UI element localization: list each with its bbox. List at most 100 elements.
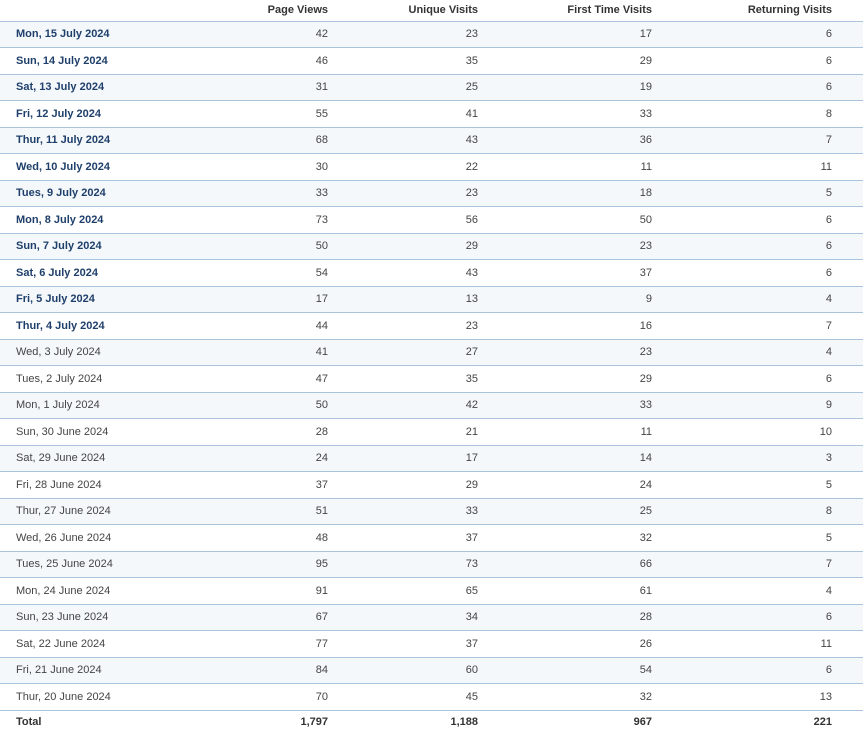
unique-visits-cell: 17 bbox=[340, 445, 490, 472]
first-time-visits-cell: 25 bbox=[490, 498, 664, 525]
date-link[interactable]: Sun, 7 July 2024 bbox=[0, 233, 185, 260]
returning-visits-cell: 13 bbox=[664, 683, 863, 711]
first-time-visits-cell: 9 bbox=[490, 286, 664, 313]
table-row: Wed, 3 July 2024 41 27 23 4 bbox=[0, 339, 863, 366]
unique-visits-cell: 34 bbox=[340, 604, 490, 631]
unique-visits-cell: 13 bbox=[340, 286, 490, 313]
page-views-cell: 55 bbox=[185, 100, 340, 128]
first-time-visits-cell: 19 bbox=[490, 74, 664, 101]
page-views-cell: 33 bbox=[185, 180, 340, 207]
header-page-views: Page Views bbox=[185, 0, 340, 22]
returning-visits-cell: 5 bbox=[664, 180, 863, 207]
first-time-visits-cell: 54 bbox=[490, 657, 664, 684]
returning-visits-cell: 4 bbox=[664, 286, 863, 313]
date-link[interactable]: Fri, 12 July 2024 bbox=[0, 100, 185, 128]
total-label: Total bbox=[0, 710, 185, 733]
page-views-cell: 37 bbox=[185, 471, 340, 499]
unique-visits-cell: 22 bbox=[340, 153, 490, 181]
date-link[interactable]: Sat, 13 July 2024 bbox=[0, 74, 185, 101]
first-time-visits-cell: 17 bbox=[490, 21, 664, 48]
date-link[interactable]: Thur, 11 July 2024 bbox=[0, 127, 185, 154]
date-cell: Tues, 25 June 2024 bbox=[0, 551, 185, 578]
date-cell: Mon, 24 June 2024 bbox=[0, 577, 185, 605]
returning-visits-cell: 5 bbox=[664, 471, 863, 499]
first-time-visits-cell: 23 bbox=[490, 339, 664, 366]
page-views-cell: 67 bbox=[185, 604, 340, 631]
first-time-visits-cell: 18 bbox=[490, 180, 664, 207]
page-views-cell: 30 bbox=[185, 153, 340, 181]
table-row: Sat, 29 June 2024 24 17 14 3 bbox=[0, 445, 863, 472]
page-views-cell: 46 bbox=[185, 47, 340, 75]
date-link[interactable]: Tues, 9 July 2024 bbox=[0, 180, 185, 207]
returning-visits-cell: 4 bbox=[664, 577, 863, 605]
unique-visits-cell: 35 bbox=[340, 365, 490, 393]
page-views-cell: 47 bbox=[185, 365, 340, 393]
date-cell: Sun, 23 June 2024 bbox=[0, 604, 185, 631]
date-link[interactable]: Sun, 14 July 2024 bbox=[0, 47, 185, 75]
table-row: Sun, 30 June 2024 28 21 11 10 bbox=[0, 418, 863, 446]
unique-visits-cell: 37 bbox=[340, 630, 490, 658]
unique-visits-cell: 65 bbox=[340, 577, 490, 605]
date-cell: Thur, 20 June 2024 bbox=[0, 683, 185, 711]
date-cell: Wed, 26 June 2024 bbox=[0, 524, 185, 552]
date-cell: Sun, 30 June 2024 bbox=[0, 418, 185, 446]
returning-visits-cell: 6 bbox=[664, 657, 863, 684]
table-row: Thur, 27 June 2024 51 33 25 8 bbox=[0, 498, 863, 525]
page-views-cell: 48 bbox=[185, 524, 340, 552]
date-cell: Wed, 3 July 2024 bbox=[0, 339, 185, 366]
page-views-cell: 17 bbox=[185, 286, 340, 313]
returning-visits-cell: 6 bbox=[664, 233, 863, 260]
table-row: Fri, 12 July 2024 55 41 33 8 bbox=[0, 100, 863, 128]
first-time-visits-cell: 16 bbox=[490, 312, 664, 340]
date-link[interactable]: Mon, 15 July 2024 bbox=[0, 21, 185, 48]
unique-visits-cell: 23 bbox=[340, 180, 490, 207]
date-link[interactable]: Wed, 10 July 2024 bbox=[0, 153, 185, 181]
date-link[interactable]: Mon, 8 July 2024 bbox=[0, 206, 185, 234]
returning-visits-cell: 6 bbox=[664, 206, 863, 234]
returning-visits-cell: 4 bbox=[664, 339, 863, 366]
table-row: Mon, 15 July 2024 42 23 17 6 bbox=[0, 21, 863, 48]
returning-visits-cell: 7 bbox=[664, 312, 863, 340]
total-unique-visits: 1,188 bbox=[340, 710, 490, 733]
first-time-visits-cell: 11 bbox=[490, 418, 664, 446]
returning-visits-cell: 11 bbox=[664, 153, 863, 181]
first-time-visits-cell: 28 bbox=[490, 604, 664, 631]
header-date bbox=[0, 0, 185, 22]
table-row: Sun, 14 July 2024 46 35 29 6 bbox=[0, 47, 863, 75]
unique-visits-cell: 23 bbox=[340, 21, 490, 48]
table-row: Tues, 9 July 2024 33 23 18 5 bbox=[0, 180, 863, 207]
date-cell: Mon, 1 July 2024 bbox=[0, 392, 185, 419]
unique-visits-cell: 60 bbox=[340, 657, 490, 684]
table-row: Sun, 23 June 2024 67 34 28 6 bbox=[0, 604, 863, 631]
page-views-cell: 24 bbox=[185, 445, 340, 472]
first-time-visits-cell: 61 bbox=[490, 577, 664, 605]
unique-visits-cell: 43 bbox=[340, 259, 490, 287]
page-views-cell: 31 bbox=[185, 74, 340, 101]
returning-visits-cell: 6 bbox=[664, 47, 863, 75]
returning-visits-cell: 7 bbox=[664, 127, 863, 154]
date-link[interactable]: Fri, 5 July 2024 bbox=[0, 286, 185, 313]
returning-visits-cell: 6 bbox=[664, 604, 863, 631]
date-link[interactable]: Thur, 4 July 2024 bbox=[0, 312, 185, 340]
unique-visits-cell: 37 bbox=[340, 524, 490, 552]
table-row: Sat, 22 June 2024 77 37 26 11 bbox=[0, 630, 863, 658]
date-cell: Thur, 27 June 2024 bbox=[0, 498, 185, 525]
returning-visits-cell: 8 bbox=[664, 100, 863, 128]
first-time-visits-cell: 24 bbox=[490, 471, 664, 499]
table-row: Fri, 28 June 2024 37 29 24 5 bbox=[0, 471, 863, 499]
table-footer: Total 1,797 1,188 967 221 bbox=[0, 710, 863, 733]
table-row: Sat, 6 July 2024 54 43 37 6 bbox=[0, 259, 863, 287]
returning-visits-cell: 3 bbox=[664, 445, 863, 472]
first-time-visits-cell: 26 bbox=[490, 630, 664, 658]
page-views-cell: 28 bbox=[185, 418, 340, 446]
first-time-visits-cell: 14 bbox=[490, 445, 664, 472]
page-views-cell: 70 bbox=[185, 683, 340, 711]
page-views-cell: 44 bbox=[185, 312, 340, 340]
page-views-cell: 42 bbox=[185, 21, 340, 48]
page-views-cell: 50 bbox=[185, 392, 340, 419]
unique-visits-cell: 41 bbox=[340, 100, 490, 128]
date-link[interactable]: Sat, 6 July 2024 bbox=[0, 259, 185, 287]
unique-visits-cell: 23 bbox=[340, 312, 490, 340]
first-time-visits-cell: 32 bbox=[490, 683, 664, 711]
first-time-visits-cell: 29 bbox=[490, 365, 664, 393]
